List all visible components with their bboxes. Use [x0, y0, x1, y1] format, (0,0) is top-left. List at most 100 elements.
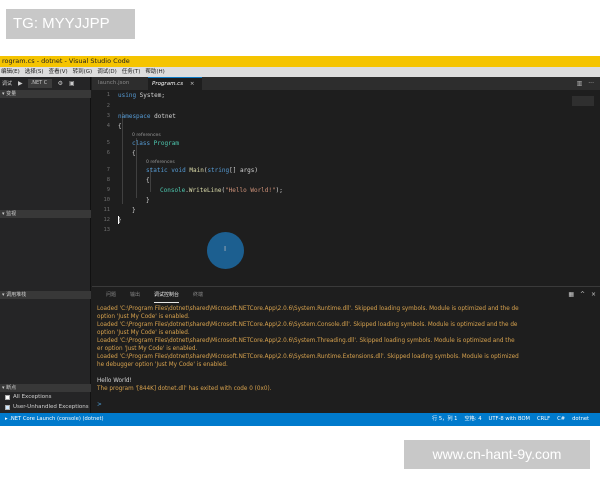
watermark-top: TG: MYYJJPP: [6, 9, 135, 39]
line-number: 13: [103, 227, 111, 233]
menu-edit[interactable]: 编辑(E): [1, 67, 20, 77]
status-indentation[interactable]: 空格: 4: [464, 413, 481, 426]
console-line: Loaded 'C:\Program Files\dotnet\shared\M…: [97, 338, 515, 344]
line-number: 11: [103, 207, 111, 213]
code-token: using: [118, 92, 137, 99]
section-watch[interactable]: ▾ 监视: [0, 210, 91, 218]
menu-bar: 编辑(E) 选择(S) 查看(V) 转到(G) 调试(D) 任务(T) 帮助(H…: [0, 67, 600, 77]
code-token: System;: [136, 92, 165, 99]
console-line: Loaded 'C:\Program Files\dotnet\shared\M…: [97, 306, 519, 312]
panel-tabs: 问题 输出 调试控制台 终端: [92, 287, 600, 303]
tab-problems[interactable]: 问题: [106, 287, 116, 303]
line-number: 10: [103, 197, 111, 203]
split-editor-icon[interactable]: ▥: [577, 80, 583, 87]
code-line: namespace dotnet: [118, 113, 176, 120]
console-line: option 'Just My Code' is enabled.: [97, 330, 190, 336]
tab-output[interactable]: 输出: [130, 287, 140, 303]
click-indicator: I: [207, 232, 244, 269]
indent-guide: [136, 138, 137, 198]
code-line: }: [146, 197, 150, 204]
callstack-label: 调用堆栈: [6, 292, 27, 298]
settings-gear-icon[interactable]: ⚙: [58, 80, 63, 87]
all-exceptions-label: All Exceptions: [13, 394, 52, 400]
all-exceptions-checkbox[interactable]: [5, 394, 10, 400]
menu-view[interactable]: 查看(V): [49, 67, 68, 77]
code-line: {: [146, 177, 150, 184]
tab-program-cs[interactable]: Program.cs ×: [148, 77, 202, 90]
status-right: 行 5，列 1 空格: 4 UTF-8 with BOM CRLF C# dot…: [432, 413, 600, 426]
vscode-window: rogram.cs - dotnet - Visual Studio Code …: [0, 56, 600, 426]
tab-debug-console[interactable]: 调试控制台: [154, 287, 180, 303]
watermark-bottom: www.cn-hant-9y.com: [404, 440, 590, 469]
maximize-panel-icon[interactable]: ^: [580, 291, 585, 298]
indent-guide: [122, 112, 123, 204]
tab-terminal[interactable]: 终端: [193, 287, 203, 303]
console-line: Loaded 'C:\Program Files\dotnet\shared\M…: [97, 354, 519, 360]
panel-tools: ▦ ^ ×: [568, 291, 596, 298]
code-token: WriteLine: [188, 187, 222, 194]
section-variables[interactable]: ▾ 变量: [0, 90, 91, 98]
code-token: Program: [150, 140, 179, 147]
debug-sidebar: 调试 ▶ .NET C ⚙ ▣ ▾ 变量 ▾ 监视 ▾ 调用堆栈 ▾ 断点 Al…: [0, 77, 91, 413]
clear-console-icon[interactable]: ▦: [568, 291, 574, 298]
editor-actions: ▥ ···: [577, 80, 594, 87]
status-debug-config[interactable]: ▸ .NET Core Launch (console) (dotnet): [5, 413, 104, 426]
code-token: namespace: [118, 113, 151, 120]
line-number: 9: [106, 187, 110, 193]
code-editor[interactable]: 1 2 3 4 5 6 7 8 9 10 11 12 13 using Syst…: [92, 90, 600, 286]
menu-selection[interactable]: 选择(S): [25, 67, 44, 77]
menu-goto[interactable]: 转到(G): [73, 67, 93, 77]
console-line: option 'Just My Code' is enabled.: [97, 314, 190, 320]
minimap[interactable]: [572, 96, 594, 106]
menu-debug[interactable]: 调试(D): [97, 67, 117, 77]
console-line: he debugger option 'Just My Code' is ena…: [97, 362, 228, 368]
tab-program-cs-label: Program.cs: [152, 81, 184, 87]
close-panel-icon[interactable]: ×: [591, 291, 596, 298]
status-project[interactable]: dotnet: [572, 413, 589, 426]
debug-toolbar: 调试 ▶ .NET C ⚙ ▣: [0, 77, 90, 90]
menu-tasks[interactable]: 任务(T): [122, 67, 141, 77]
menu-help[interactable]: 帮助(H): [145, 67, 164, 77]
code-line: static void Main(string[] args): [146, 167, 258, 174]
user-unhandled-option[interactable]: User-Unhandled Exceptions: [5, 404, 89, 410]
code-token: static void: [146, 167, 186, 174]
code-token: "Hello World!": [225, 187, 276, 194]
start-debug-icon[interactable]: ▶: [18, 80, 23, 87]
user-unhandled-label: User-Unhandled Exceptions: [13, 404, 89, 410]
editor-tabs: launch.json Program.cs × ▥ ···: [92, 77, 600, 90]
code-token: class: [132, 140, 151, 147]
section-breakpoints[interactable]: ▾ 断点: [0, 384, 91, 392]
codelens-references[interactable]: 0 references: [132, 133, 161, 138]
section-callstack[interactable]: ▾ 调用堆栈: [0, 291, 91, 299]
code-token: dotnet: [150, 113, 176, 120]
console-line: er option 'Just My Code' is enabled.: [97, 346, 198, 352]
status-cursor-position[interactable]: 行 5，列 1: [432, 413, 457, 426]
code-token: );: [275, 187, 283, 194]
text-cursor: [118, 216, 119, 224]
status-eol[interactable]: CRLF: [537, 413, 550, 426]
close-tab-icon[interactable]: ×: [190, 81, 195, 87]
bottom-panel: 问题 输出 调试控制台 终端 ▦ ^ × Loaded 'C:\Program …: [92, 286, 600, 413]
code-line: class Program: [132, 140, 179, 147]
status-language[interactable]: C#: [557, 413, 565, 426]
line-number: 2: [106, 103, 110, 109]
status-encoding[interactable]: UTF-8 with BOM: [489, 413, 530, 426]
line-number: 6: [106, 150, 110, 156]
mouse-cursor-icon: I: [224, 245, 227, 253]
code-token: string: [207, 167, 230, 174]
line-number: 4: [106, 123, 110, 129]
all-exceptions-option[interactable]: All Exceptions: [5, 394, 52, 400]
console-prompt[interactable]: >: [97, 402, 102, 408]
tab-launch-json[interactable]: launch.json: [94, 77, 146, 90]
debug-config-select[interactable]: .NET C: [27, 79, 52, 88]
line-number: 12: [103, 217, 111, 223]
code-line: }: [132, 207, 136, 214]
codelens-references[interactable]: 0 references: [146, 160, 175, 165]
console-hello: Hello World!: [97, 378, 132, 384]
line-number: 7: [106, 167, 110, 173]
code-line: {: [132, 150, 136, 157]
debug-console-icon[interactable]: ▣: [69, 80, 75, 87]
user-unhandled-checkbox[interactable]: [5, 404, 10, 410]
console-exit-line: The program '[844K] dotnet.dll' has exit…: [97, 386, 272, 392]
more-actions-icon[interactable]: ···: [588, 80, 594, 87]
